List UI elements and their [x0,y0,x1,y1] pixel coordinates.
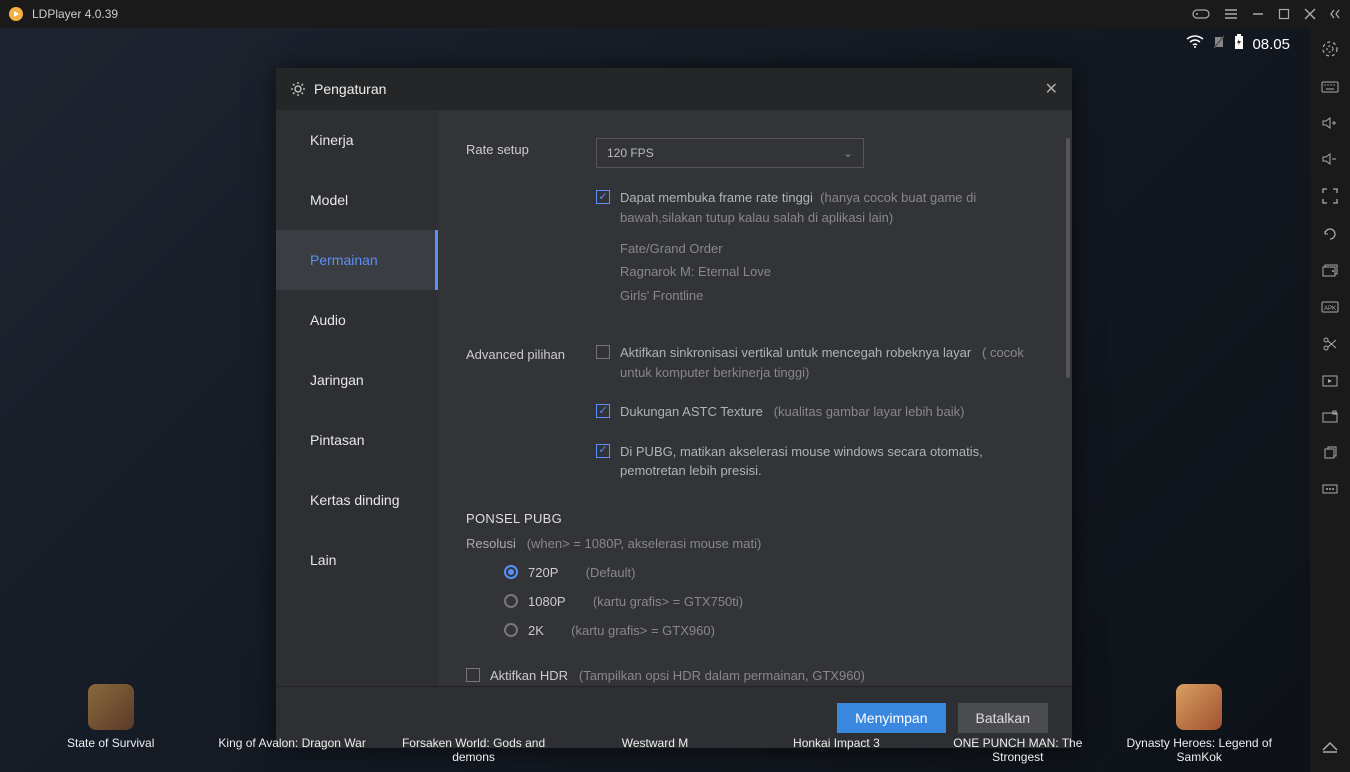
svg-text:APK: APK [1324,306,1336,312]
right-toolbar: APK [1310,28,1350,772]
tab-jaringan[interactable]: Jaringan [276,350,438,410]
tab-audio[interactable]: Audio [276,290,438,350]
gamepad-icon[interactable] [1192,7,1210,21]
tab-model[interactable]: Model [276,170,438,230]
app-label: Forsaken World: Gods and demons [399,736,549,764]
apk-icon[interactable]: APK [1321,300,1339,314]
volume-up-icon[interactable] [1321,116,1339,130]
radio-icon [504,565,518,579]
dock-app[interactable]: Westward M [580,684,730,764]
fullscreen-icon[interactable] [1322,188,1338,204]
rate-setup-value: 120 FPS [607,146,654,160]
high-frame-text: Dapat membuka frame rate tinggi (hanya c… [620,188,1044,227]
dock-app[interactable]: King of Avalon: Dragon War [217,684,367,764]
tab-pintasan[interactable]: Pintasan [276,410,438,470]
collapse-icon[interactable] [1330,8,1342,20]
volume-down-icon[interactable] [1321,152,1339,166]
clock-text: 08.05 [1252,36,1290,53]
menu-icon[interactable] [1224,7,1238,21]
app-label: State of Survival [36,736,186,750]
app-label: Westward M [580,736,730,750]
settings-gear-icon[interactable] [1321,40,1339,58]
battery-icon [1234,34,1244,54]
app-icon [88,684,134,730]
settings-tabs: Kinerja Model Permainan Audio Jaringan P… [276,110,438,686]
scrollbar-thumb[interactable] [1066,138,1070,378]
resolution-720p[interactable]: 720P (Default) [504,565,1044,580]
high-frame-checkbox[interactable] [596,190,610,204]
modal-close-button[interactable]: ✕ [1045,79,1058,99]
vsync-checkbox[interactable] [596,345,610,359]
app-label: ONE PUNCH MAN: The Strongest [943,736,1093,764]
android-statusbar: 08.05 [1186,28,1290,60]
chevron-down-icon: ⌄ [843,146,853,160]
radio-icon [504,594,518,608]
pubg-mouse-checkbox[interactable] [596,444,610,458]
astc-text: Dukungan ASTC Texture (kualitas gambar l… [620,402,964,422]
rate-setup-select[interactable]: 120 FPS ⌄ [596,138,864,168]
no-sim-icon [1212,35,1226,53]
more-icon[interactable] [1322,484,1338,494]
resolution-row: Resolusi (when> = 1080P, akselerasi mous… [466,536,1044,551]
modal-title: Pengaturan [314,81,386,97]
record-icon[interactable] [1322,374,1338,388]
app-dock: State of Survival King of Avalon: Dragon… [0,684,1310,764]
hdr-checkbox[interactable] [466,668,480,682]
dock-app[interactable]: State of Survival [36,684,186,764]
tab-kertas-dinding[interactable]: Kertas dinding [276,470,438,530]
app-label: King of Avalon: Dragon War [217,736,367,750]
dock-app[interactable]: ONE PUNCH MAN: The Strongest [943,684,1093,764]
screenshot-icon[interactable] [1322,410,1338,424]
gear-icon [290,81,306,97]
advanced-label: Advanced pilihan [466,343,596,491]
resolution-1080p[interactable]: 1080P (kartu grafis> = GTX750ti) [504,594,1044,609]
titlebar: LDPlayer 4.0.39 [0,0,1350,28]
dock-app[interactable]: Honkai Impact 3 [761,684,911,764]
astc-checkbox[interactable] [596,404,610,418]
pubg-mouse-text: Di PUBG, matikan akselerasi mouse window… [620,442,1044,481]
settings-modal: Pengaturan ✕ Kinerja Model Permainan Aud… [276,68,1072,748]
desktop: 08.05 Pengaturan ✕ Kinerja Model Permain… [0,28,1310,772]
rate-setup-label: Rate setup [466,138,596,168]
tab-kinerja[interactable]: Kinerja [276,110,438,170]
app-label: Honkai Impact 3 [761,736,911,750]
keyboard-icon[interactable] [1321,80,1339,94]
close-icon[interactable] [1304,8,1316,20]
modal-header: Pengaturan ✕ [276,68,1072,110]
app-title: LDPlayer 4.0.39 [32,7,118,21]
app-label: Dynasty Heroes: Legend of SamKok [1124,736,1274,764]
copy-icon[interactable] [1322,446,1338,462]
scissors-icon[interactable] [1322,336,1338,352]
hdr-text: Aktifkan HDR (Tampilkan opsi HDR dalam p… [490,666,865,686]
app-logo [8,6,24,22]
sync-icon[interactable] [1322,226,1338,242]
settings-content: Rate setup 120 FPS ⌄ [438,110,1072,686]
high-frame-games: Fate/Grand Order Ragnarok M: Eternal Lov… [620,237,1044,307]
app-icon [1176,684,1222,730]
pubg-section-header: PONSEL PUBG [466,511,1044,526]
tab-permainan[interactable]: Permainan [276,230,438,290]
multi-instance-icon[interactable] [1322,264,1338,278]
radio-icon [504,623,518,637]
dock-app[interactable]: Dynasty Heroes: Legend of SamKok [1124,684,1274,764]
back-icon[interactable] [1321,740,1339,754]
vsync-text: Aktifkan sinkronisasi vertikal untuk men… [620,343,1044,382]
tab-lain[interactable]: Lain [276,530,438,590]
wifi-icon [1186,35,1204,53]
dock-app[interactable]: Forsaken World: Gods and demons [399,684,549,764]
resolution-2k[interactable]: 2K (kartu grafis> = GTX960) [504,623,1044,638]
maximize-icon[interactable] [1278,8,1290,20]
minimize-icon[interactable] [1252,8,1264,20]
